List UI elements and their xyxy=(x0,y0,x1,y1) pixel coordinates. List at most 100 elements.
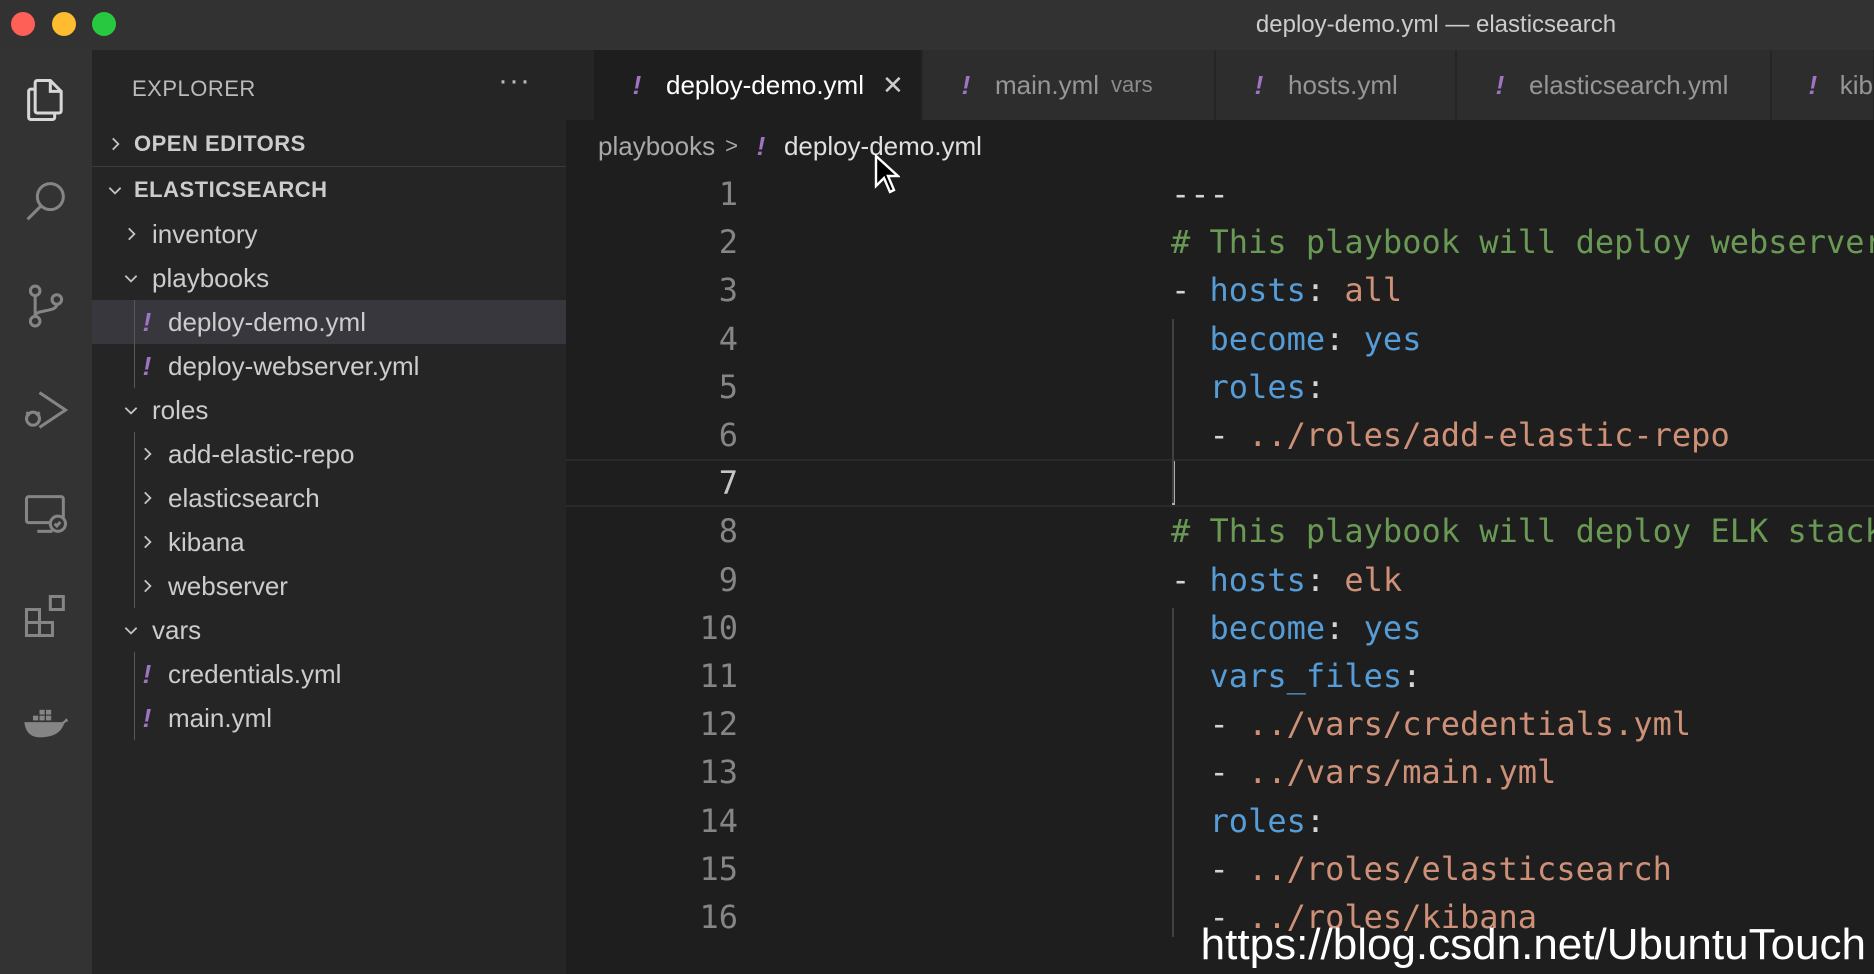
tree-item-label: add-elastic-repo xyxy=(168,438,355,469)
tab-hosts[interactable]: ! hosts.yml xyxy=(1216,50,1456,120)
code-line[interactable]: 2 # This playbook will deploy webserver xyxy=(566,218,1874,266)
code-line[interactable]: 12 - ../vars/credentials.yml xyxy=(566,700,1874,748)
line-number: 3 xyxy=(718,271,738,310)
line-number: 9 xyxy=(718,560,738,599)
code-token: elk xyxy=(1344,560,1403,599)
line-number: 7 xyxy=(718,464,738,503)
code-token: # This playbook will deploy webserver xyxy=(1171,223,1874,262)
code-line[interactable]: 14 roles: xyxy=(566,797,1874,845)
files-icon[interactable] xyxy=(16,70,76,130)
line-number: 2 xyxy=(718,223,738,262)
code-text: - ../vars/credentials.yml xyxy=(1171,705,1692,744)
breadcrumb-folder[interactable]: playbooks xyxy=(598,131,715,162)
mouse-pointer-icon xyxy=(874,154,900,194)
code-line[interactable]: 7 xyxy=(566,459,1874,508)
chevron-right-icon xyxy=(134,443,160,466)
code-line[interactable]: 15 - ../roles/elasticsearch xyxy=(566,845,1874,893)
code-token: : xyxy=(1325,608,1364,647)
tree-folder[interactable]: vars xyxy=(92,608,566,652)
line-number: 5 xyxy=(718,367,738,406)
tree-item-label: inventory xyxy=(152,218,258,249)
code-line[interactable]: 13 - ../vars/main.yml xyxy=(566,748,1874,796)
tree-folder[interactable]: kibana xyxy=(92,520,566,564)
chevron-right-icon xyxy=(102,133,128,156)
code-line[interactable]: 6 - ../roles/add-elastic-repo xyxy=(566,411,1874,459)
chevron-down-icon xyxy=(118,267,144,290)
window-title: deploy-demo.yml — elasticsearch xyxy=(1255,11,1617,38)
tab-kibana[interactable]: ! kib xyxy=(1772,50,1874,120)
search-icon[interactable] xyxy=(16,172,76,232)
yaml-file-icon: ! xyxy=(1495,69,1505,100)
tab-deploy-demo[interactable]: ! deploy-demo.yml ✕ xyxy=(594,50,922,120)
chevron-down-icon xyxy=(102,179,128,202)
code-line[interactable]: 9 - hosts: elk xyxy=(566,556,1874,604)
tree-folder[interactable]: roles xyxy=(92,388,566,432)
remote-explorer-icon[interactable] xyxy=(16,484,76,544)
code-token: - xyxy=(1171,271,1210,310)
code-line[interactable]: 5 roles: xyxy=(566,363,1874,411)
code-token: - xyxy=(1171,705,1249,744)
indent-guide xyxy=(134,652,135,740)
minimize-window-button[interactable] xyxy=(52,12,76,36)
code-line[interactable]: 8 # This playbook will deploy ELK stack xyxy=(566,507,1874,555)
tree-file[interactable]: ! deploy-webserver.yml xyxy=(92,344,566,388)
title-bar: deploy-demo.yml — elasticsearch xyxy=(0,0,1874,50)
source-control-icon[interactable] xyxy=(16,276,76,336)
workspace-section[interactable]: ELASTICSEARCH xyxy=(92,168,566,212)
code-token: become xyxy=(1209,608,1326,647)
run-debug-icon[interactable] xyxy=(16,380,76,440)
tab-main-vars[interactable]: ! main.yml vars xyxy=(923,50,1215,120)
line-number: 1 xyxy=(718,175,738,213)
line-number: 15 xyxy=(699,849,738,888)
open-editors-section[interactable]: OPEN EDITORS xyxy=(92,122,566,166)
tree-item-label: main.yml xyxy=(168,702,273,733)
code-line[interactable]: 4 become: yes xyxy=(566,315,1874,363)
code-line[interactable]: 1 --- xyxy=(566,170,1874,218)
code-token: : xyxy=(1325,319,1364,358)
tree-file[interactable]: ! credentials.yml xyxy=(92,652,566,696)
code-text: roles: xyxy=(1171,802,1326,840)
explorer-header: EXPLORER xyxy=(132,76,256,101)
yaml-file-icon: ! xyxy=(632,69,642,100)
code-token: ../vars/credentials.yml xyxy=(1248,705,1692,744)
chevron-right-icon xyxy=(118,223,144,246)
close-window-button[interactable] xyxy=(11,12,35,36)
code-token: --- xyxy=(1171,175,1229,213)
tab-label: deploy-demo.yml xyxy=(666,69,864,100)
tab-description: vars xyxy=(1111,72,1153,97)
tab-elasticsearch[interactable]: ! elasticsearch.yml xyxy=(1457,50,1771,120)
code-text: vars_files: xyxy=(1171,657,1422,695)
code-token: : xyxy=(1305,560,1345,599)
line-number: 14 xyxy=(699,801,738,840)
code-token: hosts xyxy=(1209,560,1306,599)
extensions-icon[interactable] xyxy=(16,586,76,646)
zoom-window-button[interactable] xyxy=(92,12,116,36)
close-icon[interactable]: ✕ xyxy=(882,70,904,101)
code-line[interactable]: 3 - hosts: all xyxy=(566,266,1874,314)
code-text: # This playbook will deploy webserver xyxy=(1171,223,1874,261)
more-actions-button[interactable]: ··· xyxy=(498,64,531,98)
chevron-right-icon xyxy=(134,575,160,598)
chevron-down-icon xyxy=(118,399,144,422)
docker-icon[interactable] xyxy=(16,690,76,750)
tab-label: main.yml xyxy=(995,69,1100,100)
code-text: - hosts: elk xyxy=(1171,561,1402,599)
tree-file[interactable]: ! deploy-demo.yml xyxy=(92,300,566,344)
code-token: become xyxy=(1209,319,1326,358)
tree-folder[interactable]: elasticsearch xyxy=(92,476,566,520)
code-text: --- xyxy=(1171,175,1229,213)
code-token: yes xyxy=(1363,608,1422,647)
code-text: become: yes xyxy=(1171,608,1422,647)
code-line[interactable]: 10 become: yes xyxy=(566,604,1874,652)
code-line[interactable]: 11 vars_files: xyxy=(566,652,1874,700)
tree-folder[interactable]: playbooks xyxy=(92,256,566,300)
tree-folder[interactable]: inventory xyxy=(92,212,566,256)
tree-file[interactable]: ! main.yml xyxy=(92,696,566,740)
tree-item-label: deploy-webserver.yml xyxy=(168,350,420,381)
indent-guide xyxy=(134,300,135,388)
tree-folder[interactable]: add-elastic-repo xyxy=(92,432,566,476)
tree-folder[interactable]: webserver xyxy=(92,564,566,608)
yaml-file-icon: ! xyxy=(756,130,766,161)
